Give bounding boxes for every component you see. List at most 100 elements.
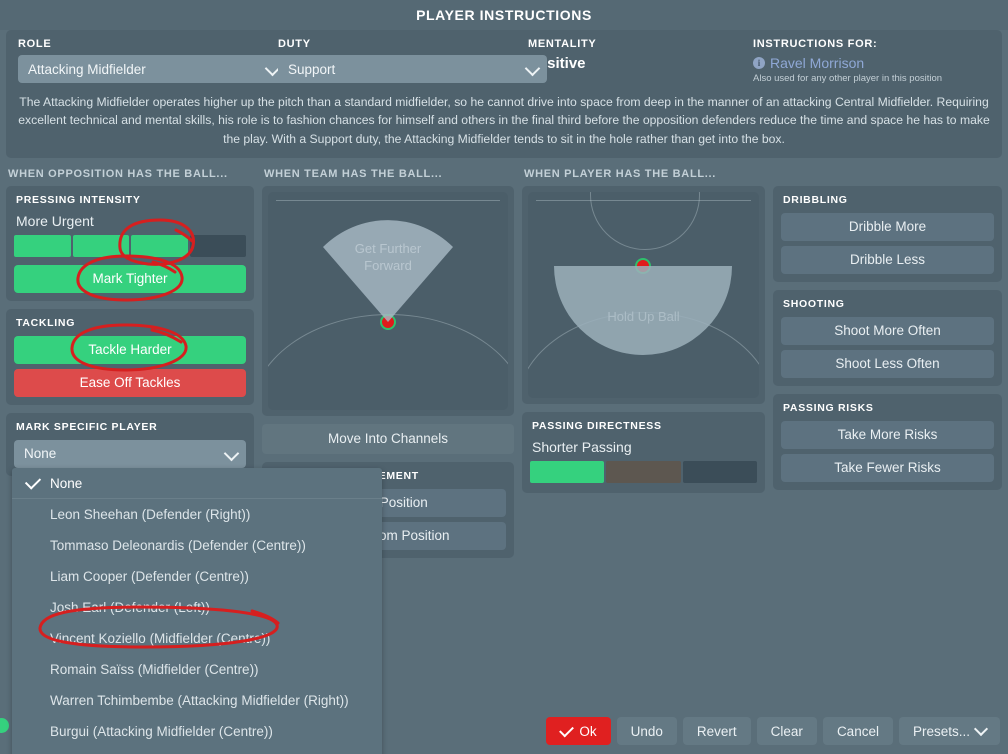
dribble-less-button[interactable]: Dribble Less: [781, 245, 994, 274]
dropdown-item-label: Burgui (Attacking Midfielder (Centre)): [50, 724, 273, 739]
instructions-for-player-link[interactable]: Ravel Morrison: [770, 55, 864, 71]
dropdown-item-4[interactable]: Josh Earl (Defender (Left)): [12, 592, 382, 623]
tackling-heading: TACKLING: [16, 316, 76, 329]
check-icon: [24, 473, 42, 490]
mark-specific-player-value: None: [24, 446, 57, 462]
column-opposition-heading: WHEN OPPOSITION HAS THE BALL...: [8, 167, 228, 180]
mark-specific-player-heading: MARK SPECIFIC PLAYER: [16, 420, 158, 433]
pitch-d-arc: [590, 191, 700, 250]
presets-button[interactable]: Presets...: [898, 717, 1000, 745]
role-field: ROLE Attacking Midfielder: [18, 38, 287, 83]
role-description: The Attacking Midfielder operates higher…: [18, 95, 990, 146]
passing-segment-2[interactable]: [606, 460, 681, 483]
instructions-for-field: INSTRUCTIONS FOR: i Ravel Morrison Also …: [753, 38, 990, 84]
pressing-intensity-heading: PRESSING INTENSITY: [16, 193, 141, 206]
role-select[interactable]: Attacking Midfielder: [18, 55, 287, 83]
dropdown-item-none[interactable]: None: [12, 468, 382, 499]
instructions-for-label: INSTRUCTIONS FOR:: [753, 38, 878, 50]
dropdown-item-label: None: [50, 475, 83, 491]
column-player-heading: WHEN PLAYER HAS THE BALL...: [524, 167, 717, 180]
passing-directness-slider-label: Shorter Passing: [532, 438, 632, 455]
ease-off-tackles-button[interactable]: Ease Off Tackles: [14, 368, 246, 397]
pressing-segment-4[interactable]: [189, 234, 246, 257]
dropdown-item-3[interactable]: Liam Cooper (Defender (Centre)): [12, 561, 382, 592]
window-title-bar: PLAYER INSTRUCTIONS: [0, 0, 1008, 30]
pressing-segment-3[interactable]: [131, 234, 188, 257]
shooting-heading: SHOOTING: [783, 297, 845, 310]
role-header-panel: ROLE Attacking Midfielder DUTY Support M…: [6, 30, 1002, 158]
dropdown-item-9[interactable]: Ademola Lookman (Attacking Midfielder (L…: [12, 747, 382, 754]
tackling-card: TACKLING Tackle Harder Ease Off Tackles: [6, 308, 254, 405]
mark-specific-player-card: MARK SPECIFIC PLAYER None: [6, 412, 254, 476]
dropdown-item-7[interactable]: Warren Tchimbembe (Attacking Midfielder …: [12, 685, 382, 716]
player-pitch-diagram[interactable]: Hold Up Ball: [528, 191, 759, 398]
get-further-forward-label: Get Further Forward: [354, 240, 422, 274]
dropdown-item-1[interactable]: Leon Sheehan (Defender (Right)): [12, 499, 382, 530]
dropdown-item-5[interactable]: Vincent Koziello (Midfielder (Centre)): [12, 623, 382, 654]
presets-button-label: Presets...: [912, 723, 970, 739]
player-attribute-buttons: . DRIBBLING Dribble More Dribble Less SH…: [773, 168, 1002, 566]
team-movement-card: Get Further Forward: [262, 185, 514, 416]
mentality-value: Positive: [528, 55, 586, 72]
shoot-less-often-button[interactable]: Shoot Less Often: [781, 349, 994, 378]
passing-directness-slider[interactable]: [530, 460, 757, 483]
dropdown-item-label: Josh Earl (Defender (Left)): [50, 600, 210, 615]
pressing-segment-2[interactable]: [72, 234, 129, 257]
dribbling-heading: DRIBBLING: [783, 193, 848, 206]
pitch-top-line: [276, 199, 500, 201]
passing-risks-card: PASSING RISKS Take More Risks Take Fewer…: [773, 393, 1002, 490]
info-icon: i: [753, 57, 765, 69]
dropdown-item-label: Leon Sheehan (Defender (Right)): [50, 507, 251, 522]
player-position-dot: [380, 313, 396, 330]
pressing-intensity-slider[interactable]: [14, 234, 246, 257]
pitch-center-arc: [528, 311, 759, 398]
shooting-card: SHOOTING Shoot More Often Shoot Less Oft…: [773, 289, 1002, 386]
undo-button[interactable]: Undo: [616, 717, 677, 745]
duty-select-value: Support: [288, 61, 336, 77]
mark-specific-player-select[interactable]: None: [14, 439, 246, 468]
revert-button[interactable]: Revert: [682, 717, 751, 745]
team-pitch-diagram[interactable]: Get Further Forward: [268, 191, 508, 410]
dropdown-item-6[interactable]: Romain Saïss (Midfielder (Centre)): [12, 654, 382, 685]
passing-directness-card: PASSING DIRECTNESS Shorter Passing: [522, 411, 765, 493]
take-fewer-risks-button[interactable]: Take Fewer Risks: [781, 453, 994, 482]
column-player: WHEN PLAYER HAS THE BALL... Hold Up Ball: [522, 168, 1002, 566]
pressing-segment-1[interactable]: [14, 234, 71, 257]
role-label: ROLE: [18, 38, 52, 50]
column-team-heading: WHEN TEAM HAS THE BALL...: [264, 167, 443, 180]
instructions-for-note: Also used for any other player in this p…: [753, 73, 943, 84]
mark-specific-player-dropdown[interactable]: None Leon Sheehan (Defender (Right)) Tom…: [12, 468, 382, 754]
dropdown-item-8[interactable]: Burgui (Attacking Midfielder (Centre)): [12, 716, 382, 747]
duty-label: DUTY: [278, 38, 311, 50]
tackle-harder-button[interactable]: Tackle Harder: [14, 335, 246, 364]
dropdown-item-2[interactable]: Tommaso Deleonardis (Defender (Centre)): [12, 530, 382, 561]
dropdown-item-label: Tommaso Deleonardis (Defender (Centre)): [50, 538, 306, 553]
ok-button-label: Ok: [579, 723, 597, 739]
dribble-more-button[interactable]: Dribble More: [781, 212, 994, 241]
mentality-label: MENTALITY: [528, 38, 597, 50]
passing-segment-3[interactable]: [682, 460, 757, 483]
dropdown-item-label: Vincent Koziello (Midfielder (Centre)): [50, 631, 271, 646]
dribbling-card: DRIBBLING Dribble More Dribble Less: [773, 185, 1002, 282]
role-select-value: Attacking Midfielder: [28, 61, 146, 77]
dropdown-item-label: Liam Cooper (Defender (Centre)): [50, 569, 249, 584]
dropdown-item-label: Warren Tchimbembe (Attacking Midfielder …: [50, 693, 349, 708]
chevron-down-icon: [973, 721, 989, 737]
duty-field: DUTY Support: [278, 38, 547, 83]
cancel-button[interactable]: Cancel: [822, 717, 893, 745]
shoot-more-often-button[interactable]: Shoot More Often: [781, 316, 994, 345]
ok-button[interactable]: Ok: [546, 717, 611, 745]
player-movement-card: Hold Up Ball: [522, 185, 765, 404]
passing-segment-1[interactable]: [530, 460, 605, 483]
duty-select[interactable]: Support: [278, 55, 547, 83]
passing-risks-heading: PASSING RISKS: [783, 401, 874, 414]
clear-button[interactable]: Clear: [756, 717, 817, 745]
player-ball-section: WHEN PLAYER HAS THE BALL... Hold Up Ball: [522, 168, 765, 566]
take-more-risks-button[interactable]: Take More Risks: [781, 420, 994, 449]
player-position-dot: [635, 257, 651, 274]
move-into-channels-button[interactable]: Move Into Channels: [262, 423, 514, 454]
chevron-down-icon: [524, 60, 541, 77]
page-title: PLAYER INSTRUCTIONS: [416, 7, 592, 23]
player-instructions-window: PLAYER INSTRUCTIONS ROLE Attacking Midfi…: [0, 0, 1008, 754]
mark-tighter-button[interactable]: Mark Tighter: [14, 264, 246, 293]
